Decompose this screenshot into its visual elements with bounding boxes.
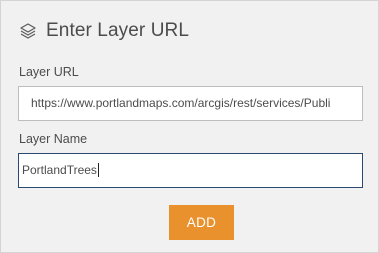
- layer-name-label: Layer Name: [19, 132, 88, 146]
- layer-url-label: Layer URL: [19, 65, 79, 79]
- layers-icon: [18, 21, 38, 41]
- enter-layer-url-panel: Enter Layer URL Layer URL https://www.po…: [0, 0, 379, 253]
- text-caret: [97, 162, 99, 177]
- layer-name-value: PortlandTrees: [22, 163, 97, 177]
- layer-name-input[interactable]: PortlandTrees: [18, 153, 363, 188]
- add-button[interactable]: ADD: [169, 205, 234, 240]
- panel-header: Enter Layer URL: [18, 17, 189, 45]
- layer-url-input[interactable]: https://www.portlandmaps.com/arcgis/rest…: [18, 86, 363, 121]
- panel-title: Enter Layer URL: [46, 20, 190, 41]
- layer-url-value: https://www.portlandmaps.com/arcgis/rest…: [31, 96, 331, 110]
